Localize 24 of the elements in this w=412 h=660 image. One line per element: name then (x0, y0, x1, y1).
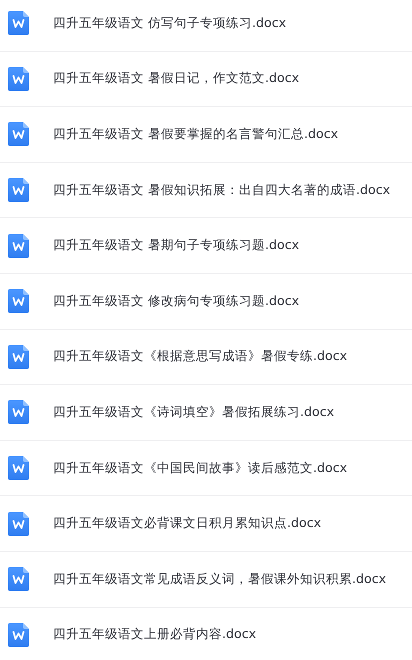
file-name[interactable]: 四升五年级语文 暑期句子专项练习题.docx (53, 237, 300, 254)
word-document-icon (8, 11, 29, 36)
word-document-icon (8, 289, 29, 314)
file-name[interactable]: 四升五年级语文必背课文日积月累知识点.docx (53, 515, 322, 532)
file-name[interactable]: 四升五年级语文 修改病句专项练习题.docx (53, 292, 300, 310)
file-name[interactable]: 四升五年级语文《根据意思写成语》暑假专练.docx (53, 348, 348, 366)
word-document-icon (8, 456, 29, 480)
file-name[interactable]: 四升五年级语文上册必背内容.docx (53, 626, 256, 644)
word-document-icon (8, 178, 29, 202)
file-name[interactable]: 四升五年级语文 暑假知识拓展：出自四大名著的成语.docx (53, 182, 390, 199)
word-document-icon (8, 66, 29, 91)
word-document-icon (8, 622, 29, 647)
file-name[interactable]: 四升五年级语文《中国民间故事》读后感范文.docx (53, 460, 348, 477)
word-document-icon (8, 400, 29, 424)
file-name[interactable]: 四升五年级语文 暑假要掌握的名言警句汇总.docx (53, 126, 338, 143)
word-document-icon (8, 512, 29, 536)
file-name[interactable]: 四升五年级语文常见成语反义词，暑假课外知识积累.docx (53, 570, 386, 588)
word-document-icon (8, 567, 29, 592)
word-document-icon (8, 234, 29, 258)
word-document-icon (8, 122, 29, 146)
file-name[interactable]: 四升五年级语文 暑假日记，作文范文.docx (53, 70, 300, 88)
file-name[interactable]: 四升五年级语文《诗词填空》暑假拓展练习.docx (53, 404, 334, 421)
word-document-icon (8, 344, 29, 369)
file-name[interactable]: 四升五年级语文 仿写句子专项练习.docx (53, 14, 286, 32)
